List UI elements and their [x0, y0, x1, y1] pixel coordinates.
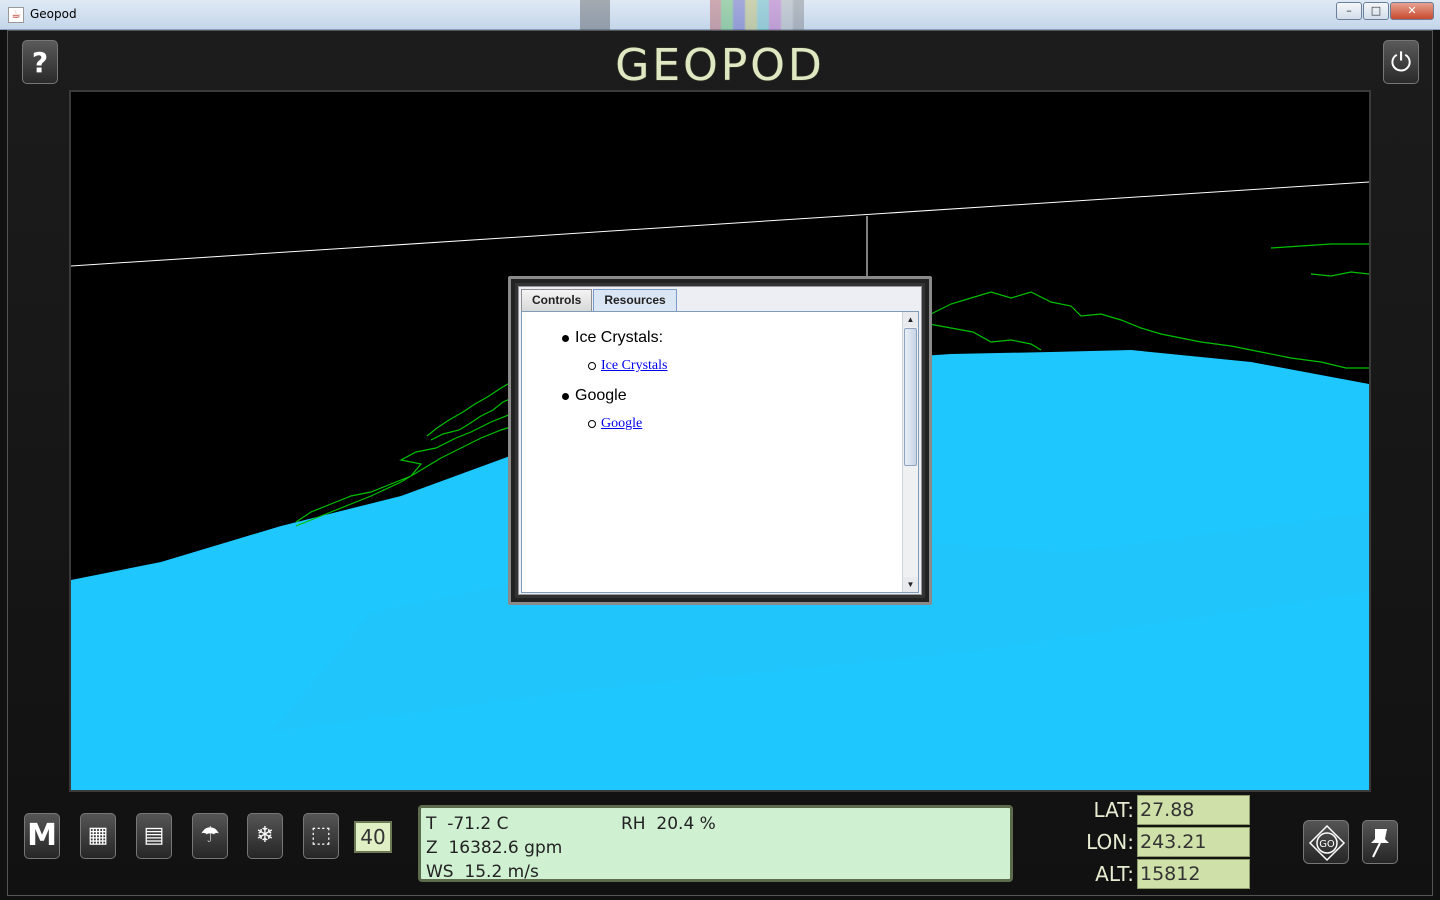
- minimize-button[interactable]: –: [1336, 2, 1362, 20]
- list-item: Ice Crystals: [588, 358, 667, 374]
- calculator-icon[interactable]: ▦: [80, 813, 116, 859]
- lat-label: LAT:: [1093, 798, 1135, 822]
- parachute-icon[interactable]: ☂: [192, 813, 228, 859]
- help-button[interactable]: ?: [22, 40, 58, 84]
- resource-link-ice-crystals[interactable]: Ice Crystals: [601, 358, 667, 374]
- power-button[interactable]: ⏻: [1383, 40, 1419, 84]
- window-title-bar: ☕ Geopod – □ ✕: [0, 0, 1440, 30]
- lat-field[interactable]: 27.88: [1137, 795, 1250, 825]
- lon-label: LON:: [1086, 830, 1134, 854]
- maximize-button[interactable]: □: [1363, 2, 1389, 20]
- alt-label: ALT:: [1095, 862, 1134, 886]
- resource-heading: Google: [575, 387, 627, 404]
- pushpin-icon[interactable]: [1362, 820, 1398, 864]
- go-button[interactable]: GO: [1303, 820, 1349, 864]
- circle-bullet-icon: [588, 420, 596, 428]
- cube-icon[interactable]: ⬚: [303, 813, 339, 859]
- coastline: [928, 323, 1042, 351]
- window-title: Geopod: [30, 7, 77, 21]
- vertical-scrollbar[interactable]: ▲ ▼: [902, 312, 918, 592]
- alt-field[interactable]: 15812: [1137, 859, 1250, 889]
- java-cup-icon: ☕: [8, 7, 24, 23]
- lon-field[interactable]: 243.21: [1137, 827, 1250, 857]
- circle-bullet-icon: [588, 362, 596, 370]
- wind-speed-readout: WS 15.2 m/s: [426, 862, 539, 882]
- bullet-icon: [562, 334, 569, 342]
- bullet-icon: [562, 392, 569, 400]
- humidity-readout: RH 20.4 %: [621, 814, 716, 834]
- resource-link-google[interactable]: Google: [601, 416, 642, 432]
- list-item: Google: [562, 387, 627, 405]
- list-item: Google: [588, 416, 642, 432]
- scroll-up-icon[interactable]: ▲: [903, 312, 918, 327]
- count-field[interactable]: 40: [354, 821, 392, 853]
- go-compass-icon: GO: [1308, 824, 1346, 862]
- list-item: Ice Crystals:: [562, 329, 663, 347]
- info-dialog-panel: Controls Resources Ice Crystals: Ice Cry…: [518, 286, 922, 595]
- window-controls: – □ ✕: [1336, 2, 1434, 20]
- coastline: [1310, 271, 1369, 277]
- pin-glyph: [1371, 829, 1389, 858]
- notepad-icon[interactable]: ▤: [136, 813, 172, 859]
- scroll-down-icon[interactable]: ▼: [903, 577, 918, 592]
- scroll-thumb[interactable]: [904, 328, 917, 466]
- info-dialog: Controls Resources Ice Crystals: Ice Cry…: [508, 276, 932, 605]
- grid-line-top: [71, 181, 1369, 267]
- snowflake-icon[interactable]: ❄: [247, 813, 283, 859]
- menu-m-button[interactable]: M: [24, 813, 60, 859]
- tab-controls[interactable]: Controls: [521, 289, 593, 311]
- close-button[interactable]: ✕: [1390, 2, 1434, 20]
- geopod-logo: GEOPOD: [615, 40, 825, 91]
- coastline: [1270, 243, 1369, 249]
- dialog-tabs: Controls Resources: [521, 289, 678, 311]
- resources-content: Ice Crystals: Ice Crystals Google Google…: [521, 311, 919, 593]
- resource-heading: Ice Crystals:: [575, 329, 664, 346]
- background-ghost-toolbar: [110, 0, 990, 30]
- temperature-readout: T -71.2 C: [426, 814, 509, 834]
- tab-resources[interactable]: Resources: [593, 289, 677, 311]
- data-readout: T -71.2 C RH 20.4 % Z 16382.6 gpm WS 15.…: [418, 805, 1013, 882]
- go-label: GO: [1319, 839, 1335, 850]
- geopotential-readout: Z 16382.6 gpm: [426, 838, 563, 858]
